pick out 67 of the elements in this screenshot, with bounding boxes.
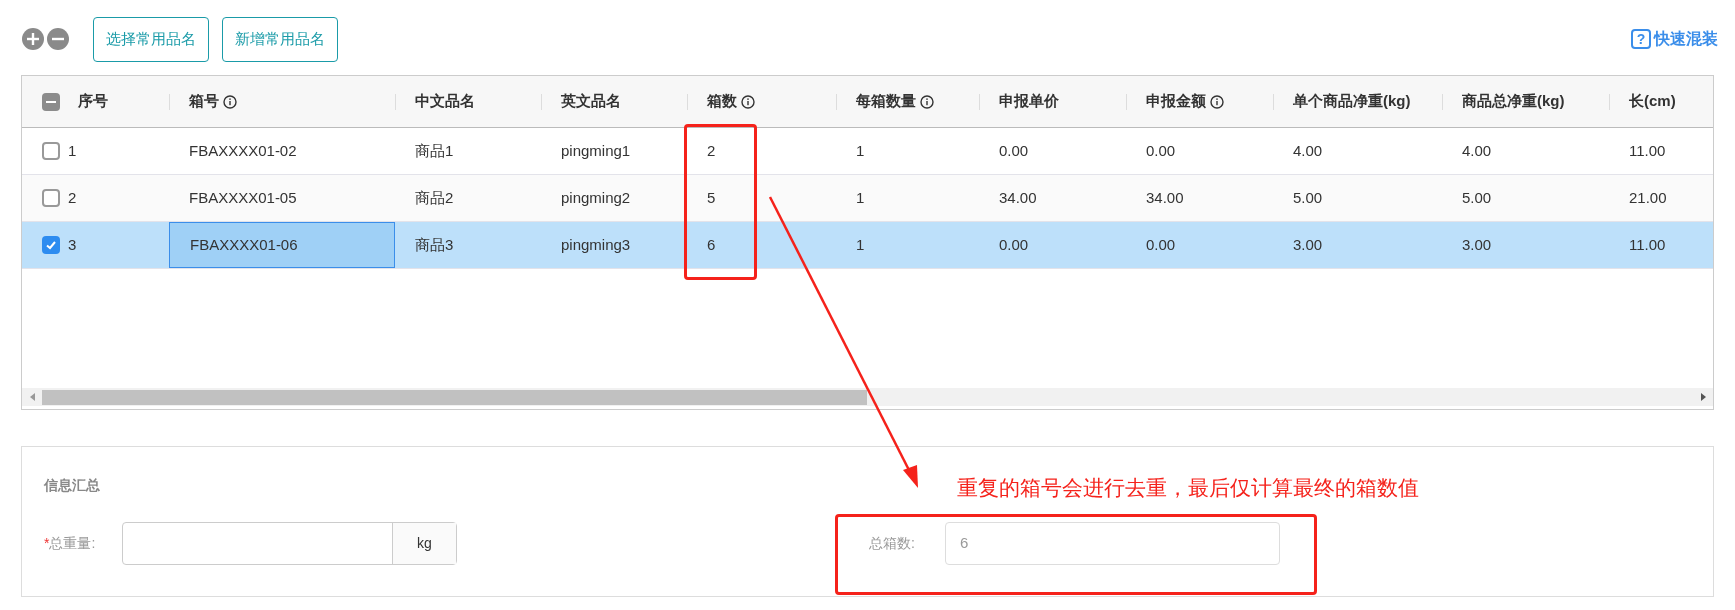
- minus-icon[interactable]: [47, 28, 69, 50]
- unit-label: kg: [392, 523, 456, 564]
- column-header[interactable]: 中文品名: [415, 90, 475, 113]
- table-cell-text: 11.00: [1629, 140, 1666, 161]
- table-cell-text: 0.00: [999, 234, 1029, 255]
- field-label: 总箱数:: [869, 534, 916, 553]
- column-header[interactable]: 申报单价: [999, 90, 1059, 113]
- checkbox[interactable]: [42, 142, 60, 160]
- horizontal-scrollbar[interactable]: [22, 388, 1713, 406]
- table-cell-text: 商品2: [415, 187, 454, 208]
- info-icon[interactable]: [741, 94, 755, 109]
- table-cell-text: 34.00: [1146, 187, 1184, 208]
- scroll-left-icon[interactable]: [29, 393, 35, 401]
- table-cell-text: 3.00: [1462, 234, 1492, 255]
- column-header[interactable]: 每箱数量: [856, 90, 934, 113]
- toolbar-button[interactable]: 新增常用品名: [222, 16, 338, 62]
- checkbox[interactable]: [42, 92, 60, 111]
- info-icon[interactable]: [223, 94, 237, 109]
- table-cell-text: 0.00: [1146, 234, 1176, 255]
- weight-input[interactable]: kg: [122, 522, 457, 565]
- table-cell-text: 2: [68, 187, 77, 208]
- table-cell-text: 5.00: [1462, 187, 1492, 208]
- checkbox[interactable]: [42, 189, 60, 207]
- scroll-right-icon[interactable]: [1700, 393, 1706, 401]
- table-cell-text: pingming2: [561, 187, 631, 208]
- table-cell-text: 6: [707, 234, 716, 255]
- section-title: 信息汇总: [44, 476, 100, 495]
- table-row[interactable]: 2 FBAXXXX01-05 商品2 pingming2 5 1 34.00 34.00 5.00 5.00 21.00: [22, 175, 1713, 222]
- table-cell-text: 商品1: [415, 140, 454, 161]
- table-cell-text: 1: [856, 234, 865, 255]
- table-cell-text: 2: [707, 140, 716, 161]
- table-cell-text: 0.00: [999, 140, 1029, 161]
- column-header[interactable]: 单个商品净重(kg): [1293, 90, 1411, 113]
- table-cell-text: 商品3: [415, 234, 454, 255]
- table-cell-text: 3: [68, 234, 77, 255]
- column-header[interactable]: 商品总净重(kg): [1462, 90, 1565, 113]
- table-cell-text: pingming1: [561, 140, 631, 161]
- table-cell-text: 1: [856, 187, 865, 208]
- table-cell-text: 11.00: [1629, 234, 1666, 255]
- table-cell-text: 21.00: [1629, 187, 1667, 208]
- info-icon[interactable]: [920, 94, 934, 109]
- annotation-note: 重复的箱号会进行去重，最后仅计算最终的箱数值: [957, 475, 1419, 501]
- table-cell-text: FBAXXXX01-05: [189, 187, 297, 208]
- checkmark-icon: [45, 239, 57, 251]
- plus-icon[interactable]: [22, 28, 44, 50]
- column-header[interactable]: 申报金额: [1146, 90, 1224, 113]
- table-cell-text: pingming3: [561, 234, 631, 255]
- table-cell-text: 1: [856, 140, 865, 161]
- checkbox[interactable]: [42, 236, 60, 254]
- table-cell-text: FBAXXXX01-06: [190, 234, 298, 255]
- column-header[interactable]: 长(cm): [1629, 90, 1676, 113]
- column-header[interactable]: 箱号: [189, 90, 237, 113]
- table-cell-text: 0.00: [1146, 140, 1176, 161]
- column-header[interactable]: 英文品名: [561, 90, 621, 113]
- table-cell-text: 4.00: [1462, 140, 1492, 161]
- info-icon[interactable]: [1210, 94, 1224, 109]
- table-cell-text: 5.00: [1293, 187, 1323, 208]
- table-cell-text: FBAXXXX01-02: [189, 140, 297, 161]
- column-header[interactable]: 箱数: [707, 90, 755, 113]
- column-header[interactable]: 序号: [78, 90, 108, 113]
- table-row[interactable]: 3 FBAXXXX01-06 商品3 pingming3 6 1 0.00 0.00 3.00 3.00 11.00: [22, 222, 1713, 269]
- table-cell-text: 34.00: [999, 187, 1037, 208]
- table-cell-text: 4.00: [1293, 140, 1323, 161]
- table-cell-text: 5: [707, 187, 716, 208]
- table-cell-text: 1: [68, 140, 77, 161]
- table-cell-text: 3.00: [1293, 234, 1323, 255]
- field-label: *总重量:: [44, 534, 97, 553]
